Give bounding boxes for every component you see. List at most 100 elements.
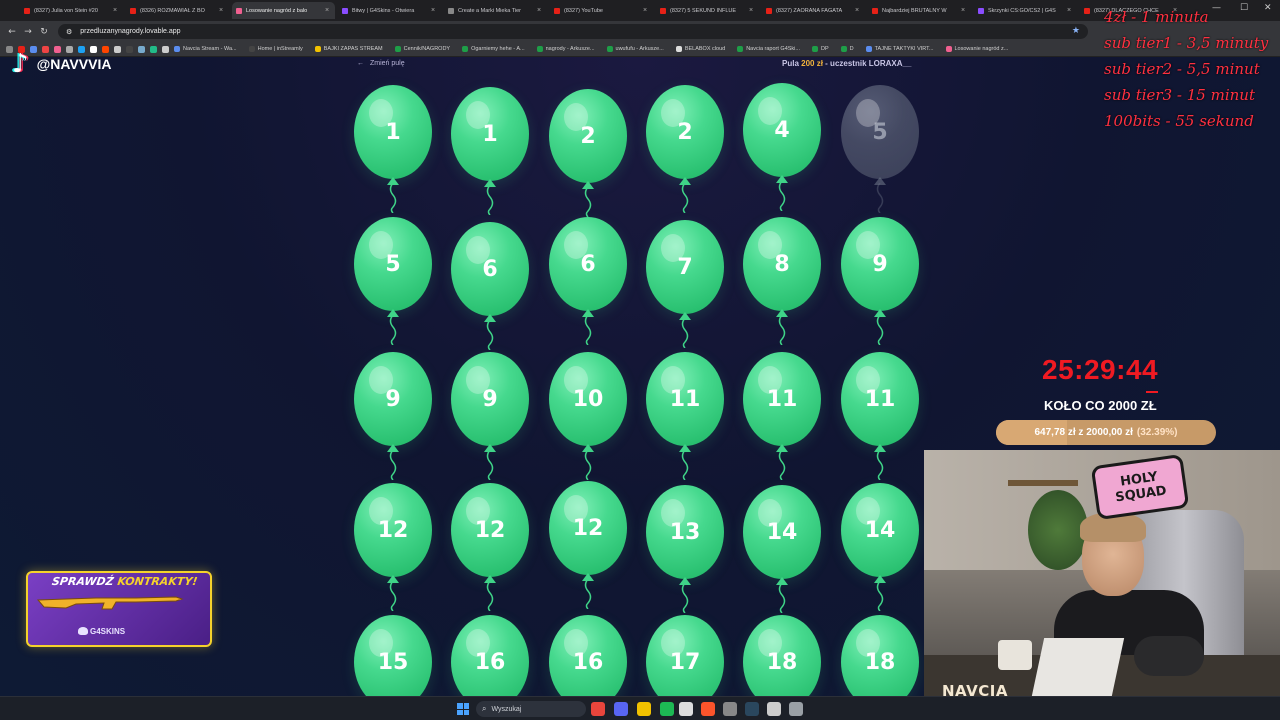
browser-tab[interactable]: Bitwy | G4Skins - Otwiera ×: [338, 2, 441, 19]
tab-close-icon[interactable]: ×: [959, 7, 967, 14]
balloon[interactable]: 14: [743, 485, 821, 613]
g4skins-promo[interactable]: SPRAWDŹ KONTRAKTY! G4SKINS: [22, 565, 218, 649]
tab-close-icon[interactable]: ×: [747, 7, 755, 14]
change-pool-label: Zmień pulę: [370, 60, 405, 67]
files-icon[interactable]: [637, 702, 651, 716]
balloon[interactable]: 12: [354, 483, 432, 611]
balloon[interactable]: 15: [354, 615, 432, 696]
balloon[interactable]: 5: [354, 217, 432, 345]
settings-icon[interactable]: [789, 702, 803, 716]
browser-tab[interactable]: (8327) 5 SEKUND INFLUE ×: [656, 2, 759, 19]
balloon[interactable]: 13: [646, 485, 724, 613]
chrome-icon[interactable]: [591, 702, 605, 716]
bookmark-icon: [811, 46, 818, 52]
site-info-icon[interactable]: ⚙: [66, 28, 72, 36]
bookmark-item[interactable]: Losowanie nagród z...: [945, 46, 1008, 52]
balloon[interactable]: 4: [743, 83, 821, 211]
back-arrow-icon[interactable]: ←: [4, 27, 20, 37]
browser-tab[interactable]: (8327) YouTube ×: [550, 2, 653, 19]
tab-title: Najbardziej BRUTALNY W: [882, 7, 947, 14]
bookmark-shortcut-icon[interactable]: [114, 45, 121, 53]
app-icon[interactable]: [723, 702, 737, 716]
balloon[interactable]: 1: [354, 85, 432, 213]
bookmark-item[interactable]: Cennik/NAGRODY: [394, 46, 450, 52]
bookmark-shortcut-icon[interactable]: [126, 45, 133, 53]
browser-tab[interactable]: Losowanie nagród z balo ×: [232, 2, 335, 19]
bookmark-item[interactable]: DP: [811, 46, 829, 52]
browser-tab[interactable]: (8327) ZAORANA FAGATA ×: [762, 2, 865, 19]
balloon[interactable]: 2: [549, 89, 627, 217]
balloon-number: 15: [377, 649, 409, 675]
balloon[interactable]: 10: [549, 352, 627, 480]
tab-close-icon[interactable]: ×: [641, 7, 649, 14]
balloon[interactable]: 8: [743, 217, 821, 345]
balloon[interactable]: 18: [841, 615, 919, 696]
balloon[interactable]: 9: [354, 352, 432, 480]
bookmark-item[interactable]: uwufufu - Arkusze...: [606, 46, 664, 52]
balloon-string: [584, 187, 592, 217]
balloon[interactable]: 17: [646, 615, 724, 696]
balloon-string: [681, 318, 689, 348]
balloon[interactable]: 11: [841, 352, 919, 480]
forward-arrow-icon[interactable]: →: [20, 27, 36, 37]
balloon[interactable]: 16: [549, 615, 627, 696]
bookmark-shortcut-icon[interactable]: [150, 45, 157, 53]
balloon[interactable]: 6: [451, 222, 529, 350]
balloon-string: [486, 185, 494, 215]
balloon[interactable]: 7: [646, 220, 724, 348]
browser-tab[interactable]: (8326) ROZMAWIAŁ Z BO ×: [126, 2, 229, 19]
balloon-number: 1: [385, 119, 401, 145]
bookmark-star-icon[interactable]: ★: [1072, 25, 1080, 36]
bookmark-item[interactable]: Navcia raport G4Ski...: [737, 46, 800, 52]
change-pool-link[interactable]: ← Zmień pulę: [357, 60, 411, 67]
browser-tab[interactable]: (8327) Julia von Stein #20 ×: [20, 2, 123, 19]
rate-line: sub tier1 - 3,5 minuty: [1104, 34, 1269, 52]
browser-tab[interactable]: Create a Marki Mieka Tier ×: [444, 2, 547, 19]
balloon: 5: [841, 85, 919, 213]
bookmark-item[interactable]: Ogarniemy hehe - A...: [462, 46, 525, 52]
tab-close-icon[interactable]: ×: [111, 7, 119, 14]
left-arrow-icon: ←: [357, 60, 364, 67]
tab-close-icon[interactable]: ×: [853, 7, 861, 14]
balloon[interactable]: 18: [743, 615, 821, 696]
bookmark-item[interactable]: BELABOX cloud: [675, 46, 725, 52]
balloon[interactable]: 2: [646, 85, 724, 213]
balloon[interactable]: 12: [549, 481, 627, 609]
balloon-string: [389, 183, 397, 213]
balloon[interactable]: 1: [451, 87, 529, 215]
balloon[interactable]: 11: [646, 352, 724, 480]
bookmark-item[interactable]: nagrody - Arkusze...: [536, 46, 595, 52]
tab-close-icon[interactable]: ×: [429, 7, 437, 14]
terminal-icon[interactable]: [767, 702, 781, 716]
tab-close-icon[interactable]: ×: [323, 7, 331, 14]
taskbar-search[interactable]: ⌕ Wyszukaj: [476, 701, 586, 717]
bookmark-shortcut-icon[interactable]: [138, 45, 145, 53]
address-bar[interactable]: ⚙ przedluzanynagrody.lovable.app ★: [58, 24, 1088, 39]
browser-tab[interactable]: Skrzynki CS:GO/CS2 | G4S ×: [974, 2, 1077, 19]
discord-icon[interactable]: [614, 702, 628, 716]
balloon[interactable]: 9: [451, 352, 529, 480]
balloon[interactable]: 16: [451, 615, 529, 696]
tab-close-icon[interactable]: ×: [1065, 7, 1073, 14]
steam-icon[interactable]: [745, 702, 759, 716]
bookmark-item[interactable]: D: [840, 46, 854, 52]
tab-close-icon[interactable]: ×: [217, 7, 225, 14]
bookmark-item[interactable]: TAJNE TAKTYKI VIRT...: [865, 46, 934, 52]
browser-tab[interactable]: Najbardziej BRUTALNY W ×: [868, 2, 971, 19]
balloon[interactable]: 9: [841, 217, 919, 345]
balloon[interactable]: 14: [841, 483, 919, 611]
balloon-number: 8: [774, 251, 790, 277]
reload-icon[interactable]: ↻: [36, 27, 52, 37]
obs-icon[interactable]: [679, 702, 693, 716]
bookmark-item[interactable]: BAJKI ZAPAS STREAM: [314, 46, 383, 52]
bookmark-item[interactable]: Home | inStreamly: [248, 46, 303, 52]
bookmark-shortcut-icon[interactable]: [162, 45, 169, 53]
windows-start-icon[interactable]: [457, 703, 469, 715]
bookmark-item[interactable]: Navcia Stream - Wa...: [174, 46, 237, 52]
spotify-icon[interactable]: [660, 702, 674, 716]
balloon[interactable]: 12: [451, 483, 529, 611]
balloon[interactable]: 11: [743, 352, 821, 480]
brave-icon[interactable]: [701, 702, 715, 716]
tab-close-icon[interactable]: ×: [535, 7, 543, 14]
balloon[interactable]: 6: [549, 217, 627, 345]
